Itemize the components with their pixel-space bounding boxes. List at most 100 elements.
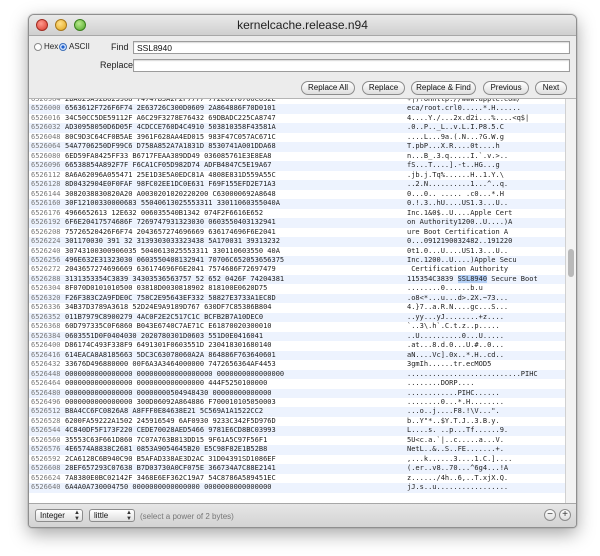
row-hex-bytes[interactable]: 6563612F726F6F74 2E63726C300D0609 2A8648…	[61, 104, 405, 113]
row-ascii[interactable]: (.er..v8..70...^6g4...!A	[405, 464, 569, 473]
row-hex-bytes[interactable]: 60D797335C0F6860 B043E6740C7AE71C E61870…	[61, 322, 405, 331]
row-hex-bytes[interactable]: 8A6A62096A055471 25E1D3E5A0EDC81A 4808E8…	[61, 171, 405, 180]
hex-row[interactable]: 6526352 011B7979C8900279 4AC0F2E2C517C1C …	[29, 312, 569, 323]
row-ascii[interactable]: n...B_.3.q.....I.`.v.>..	[405, 152, 569, 161]
row-hex-bytes[interactable]: 75726520426F6F74 2043657274696669 636174…	[61, 228, 405, 237]
byte-order-popup[interactable]: little ▲ ▼	[89, 509, 135, 522]
row-hex-bytes[interactable]: 6A4A0A730004750 0000000000000000 0000000…	[61, 483, 405, 492]
hex-row[interactable]: 6526032 AD30958050D6D05F 4CDCCE760D4C4910…	[29, 123, 569, 133]
row-hex-bytes[interactable]: 2CA6128C6B940C90 B5AFAD338AE3D2AC 31D043…	[61, 455, 405, 464]
row-hex-bytes[interactable]: 4E6574A8838C2681 0853A9054645B20 E5C98F8…	[61, 445, 405, 454]
ascii-mode-radio[interactable]: ASCII	[59, 42, 90, 51]
hex-row[interactable]: 6526144 3082038830820A20 A003020102022020…	[29, 190, 569, 199]
row-hex-bytes[interactable]: 496E632E31323030 0603550408132941 70706C…	[61, 256, 405, 265]
row-hex-bytes[interactable]: F26F383C2A9FDE0C 758C2E95643EF332 58827E…	[61, 294, 405, 303]
replace-all-button[interactable]: Replace All	[301, 81, 355, 95]
row-hex-bytes[interactable]: 34B37D3789A3618 52D24E9A9189D767 630DF7C…	[61, 303, 405, 312]
hex-row[interactable]: 6526544 4C840DF5F173F220 CEDE70028AED5466…	[29, 426, 569, 436]
row-ascii[interactable]: 0...0912190032482..191220	[405, 237, 569, 246]
replace-field[interactable]	[133, 59, 570, 72]
row-hex-bytes[interactable]: 54A7706250DF99C6 D758A852A7A1831D 853074…	[61, 142, 405, 151]
row-hex-bytes[interactable]: 6200FA59222A1502 245916549 6AF0930 9233C…	[61, 417, 405, 426]
row-ascii[interactable]: ........0...*.H........	[405, 398, 569, 407]
row-hex-bytes[interactable]: 28EF657293C07638 B7D03730A0CF075E 366734…	[61, 464, 405, 473]
next-button[interactable]: Next	[535, 81, 567, 95]
hex-row[interactable]: 6526480 0000000000000000 0000000050494843…	[29, 388, 569, 398]
hex-row[interactable]: 6526208 75726520426F6F74 2043657274696669…	[29, 228, 569, 237]
row-ascii[interactable]: ..U..........0...U.....	[405, 332, 569, 341]
row-ascii[interactable]: 0.!.3..hU....US1.3...U..	[405, 199, 569, 208]
title-bar[interactable]: kernelcache.release.n94	[29, 15, 576, 36]
row-hex-bytes[interactable]: 6F6E20417574686F 7269747931323030 060355…	[61, 218, 405, 227]
hex-row[interactable]: 6526576 4E6574A8838C2681 0853A9054645B20 …	[29, 445, 569, 455]
hex-row[interactable]: 6526432 33676D496880000 00F6A3A3464000000…	[29, 360, 569, 369]
hex-row[interactable]: 6526592 2CA6128C6B940C90 B5AFAD338AE3D2AC…	[29, 455, 569, 464]
row-ascii[interactable]: T.pbP...X.R....0t....h	[405, 142, 569, 151]
radio-dot[interactable]	[34, 42, 42, 51]
hex-row[interactable]: 6526240 30743100300906035 504061302555331…	[29, 247, 569, 256]
row-ascii[interactable]: 0...0.. ..... .c0...*.H	[405, 190, 569, 199]
replace-and-find-button[interactable]: Replace & Find	[411, 81, 476, 95]
find-field[interactable]: SSL8940	[133, 41, 570, 54]
row-hex-bytes[interactable]: 66538854A892F7F F6CA1CF05D982D74 ADFB484…	[61, 161, 405, 170]
row-ascii[interactable]: 4.}7..a.R.N....gc...S...	[405, 303, 569, 312]
zoom-in-button[interactable]: +	[559, 509, 571, 521]
row-hex-bytes[interactable]: 35553C63F661D860 7C07A763B813DD15 9F61A5…	[61, 436, 405, 445]
hex-row[interactable]: 6526160 30F12100330000683 550406130255533…	[29, 199, 569, 209]
hex-row[interactable]: 6526336 34B37D3789A3618 52D24E9A9189D767 …	[29, 303, 569, 312]
hex-row[interactable]: 6526528 6200FA59222A1502 245916549 6AF093…	[29, 417, 569, 426]
hex-row[interactable]: 6526608 28EF657293C07638 B7D03730A0CF075E…	[29, 464, 569, 474]
hex-mode-radio[interactable]: Hex	[34, 42, 58, 51]
row-hex-bytes[interactable]: 0000000000000000 0000000000000000 444F52…	[61, 379, 405, 388]
hex-row[interactable]: 6526000 6563612F726F6F74 2E63726C300D0609…	[29, 104, 569, 114]
row-hex-bytes[interactable]: 4966652613 12E632 006035540B1342 074F2F6…	[61, 209, 405, 218]
row-hex-bytes[interactable]: 011B7979C8900279 4AC0F2E2C517C1C BCFB2B7…	[61, 313, 405, 322]
row-hex-bytes[interactable]: 0000000000000000 000000000000000000 0000…	[61, 370, 405, 379]
row-ascii[interactable]: aN....Vc].0x..*.H..cd..	[405, 351, 569, 360]
row-ascii[interactable]: `..3\.h`.C.t.z..p.....	[405, 322, 569, 331]
hex-row[interactable]: 6526272 2043657274696669 636174696F6E2041…	[29, 265, 569, 274]
hex-row[interactable]: 6526096 66538854A892F7F F6CA1CF05D982D74 …	[29, 161, 569, 171]
number-format-popup[interactable]: Integer ▲ ▼	[35, 509, 83, 522]
row-ascii[interactable]: Inc.1200..U....)Apple Secu	[405, 256, 569, 265]
hex-row[interactable]: 6526288 3131353354C3839 34303536563757 52…	[29, 274, 569, 285]
row-ascii[interactable]: .at...8.d.0...U.#..0...	[405, 341, 569, 350]
row-ascii[interactable]: jJ.s..u.................	[405, 483, 569, 492]
row-ascii[interactable]: Inc.1&0$..U....Apple Cert	[405, 209, 569, 218]
hex-row[interactable]: 6526224 301170030 391 32 3139303033323438…	[29, 237, 569, 247]
row-hex-bytes[interactable]: 8F070D0101010500 03818D0030818902 818100…	[61, 284, 405, 293]
hex-row[interactable]: 6526112 8A6A62096A055471 25E1D3E5A0EDC81A…	[29, 171, 569, 180]
row-hex-bytes[interactable]: 2043657274696669 636174696F6E2041 757468…	[61, 265, 405, 274]
row-hex-bytes[interactable]: 6ED59FA8425FF33 B6717FEAA389DD49 0360857…	[61, 152, 405, 161]
hex-row[interactable]: 6526384 0603551D0F0404030 2020780301D0603…	[29, 331, 569, 342]
row-ascii[interactable]: ........DORP....	[405, 379, 569, 388]
hex-row[interactable]: 6526512 B8A4CC6FC0826A8 A8FFF0E84638E21 5…	[29, 407, 569, 417]
hex-row[interactable]: 6526048 80C9D3C64CF0B5AE 3961F628AA4ED015…	[29, 133, 569, 142]
hex-row[interactable]: 6526416 614EACA8A8185663 5DC3C63078060A2A…	[29, 350, 569, 361]
hex-row[interactable]: 6526128 8D0432904E0F0FAF 98FC02EE1DC0E631…	[29, 180, 569, 190]
row-hex-bytes[interactable]: 614EACA8A8185663 5DC3C63078060A2A 864886…	[61, 351, 405, 360]
row-ascii[interactable]: 4....Y./...2x.d2i...%....<q$|	[405, 114, 569, 123]
scrollbar-thumb[interactable]	[568, 249, 574, 277]
row-hex-bytes[interactable]: 80C9D3C64CF0B5AE 3961F628AA4ED015 983F47…	[61, 133, 405, 142]
row-hex-bytes[interactable]: 7A8380E0BC02142F 3468E6EF362C19A7 54C878…	[61, 474, 405, 483]
row-ascii[interactable]: ..yy...yJ........+z....	[405, 313, 569, 322]
hex-row[interactable]: 6526560 35553C63F661D860 7C07A763B813DD15…	[29, 436, 569, 445]
row-ascii[interactable]: .jb.j.Tq%......H..1.Y.\	[405, 171, 569, 180]
row-hex-bytes[interactable]: 30F12100330000683 55040613025553311 3301…	[61, 199, 405, 208]
row-hex-bytes[interactable]: D86174C493F338F9 6491301F0603551D 230418…	[61, 341, 405, 350]
vertical-scrollbar[interactable]	[565, 99, 576, 503]
hex-row[interactable]: 6526448 0000000000000000 0000000000000000…	[29, 369, 569, 380]
hex-row[interactable]: 6526464 0000000000000000 0000000000000000…	[29, 379, 569, 388]
row-hex-bytes[interactable]: 0603551D0F0404030 2020780301D0603 551D0E…	[61, 332, 405, 341]
zoom-out-button[interactable]: −	[544, 509, 556, 521]
hex-row[interactable]: 6526080 6ED59FA8425FF33 B6717FEAA389DD49 …	[29, 152, 569, 161]
row-ascii[interactable]: ..2.N..........1...^..q.	[405, 180, 569, 189]
row-ascii[interactable]: eca/root.crl0.....*.H......	[405, 104, 569, 113]
previous-button[interactable]: Previous	[483, 81, 529, 95]
hex-row[interactable]: 6526016 34C50CC5DE59112F A6C29F3278E76432…	[29, 114, 569, 123]
row-ascii[interactable]: b..Y"*..$Y.T.J..3.B.y.	[405, 417, 569, 426]
row-ascii[interactable]: 0t1.0...U....US1.3...U..	[405, 247, 569, 256]
row-ascii[interactable]: ........0......b.u	[405, 284, 569, 293]
row-ascii[interactable]: ,...k......3....1.C.]....	[405, 455, 569, 464]
